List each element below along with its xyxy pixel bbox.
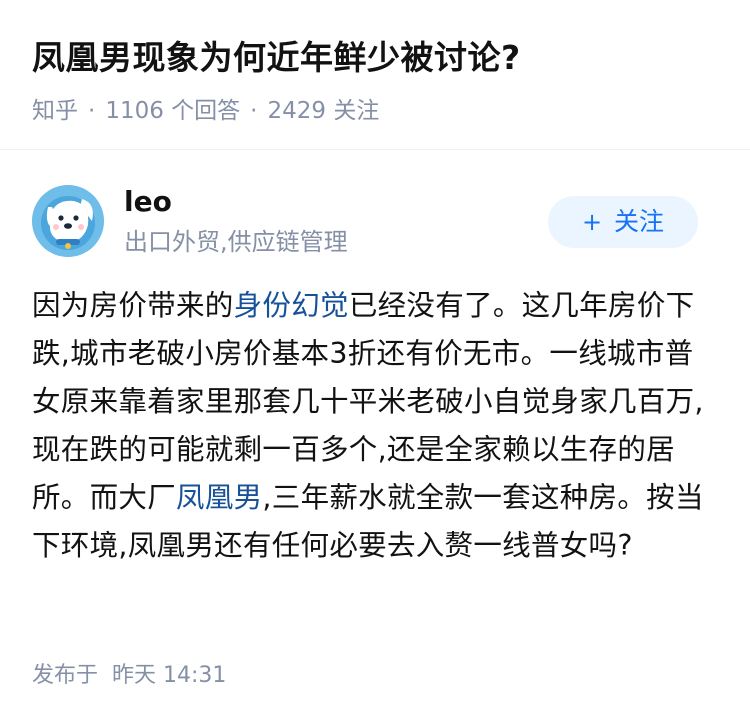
author-row: leo 出口外贸,供应链管理 + 关注: [0, 150, 750, 270]
separator-dot: ·: [250, 98, 258, 124]
answer-count[interactable]: 1106 个回答: [105, 98, 240, 124]
question-header: 凤凰男现象为何近年鲜少被讨论? 知乎 · 1106 个回答 · 2429 关注: [0, 0, 750, 150]
publish-timestamp: 昨天 14:31: [112, 663, 227, 688]
answer-card: leo 出口外贸,供应链管理 + 关注 因为房价带来的身份幻觉已经没有了。这几年房…: [0, 150, 750, 570]
source-label[interactable]: 知乎: [32, 98, 78, 124]
question-title[interactable]: 凤凰男现象为何近年鲜少被讨论?: [32, 0, 718, 80]
answer-content: 因为房价带来的身份幻觉已经没有了。这几年房价下跌,城市老破小房价基本3折还有价无…: [0, 270, 750, 570]
answer-paragraph: 因为房价带来的身份幻觉已经没有了。这几年房价下跌,城市老破小房价基本3折还有价无…: [32, 282, 718, 570]
follow-button[interactable]: + 关注: [548, 196, 698, 248]
avatar[interactable]: [32, 185, 104, 257]
author-headline: 出口外贸,供应链管理: [124, 228, 348, 256]
follower-count[interactable]: 2429 关注: [267, 98, 379, 124]
answer-text: 因为房价带来的: [32, 289, 234, 322]
keyword-link-phoenix-man[interactable]: 凤凰男: [176, 481, 262, 514]
plus-icon: +: [581, 208, 603, 236]
cartoon-dog-avatar-icon: [32, 185, 104, 257]
publish-label: 发布于: [32, 663, 99, 688]
keyword-link-identity-illusion[interactable]: 身份幻觉: [234, 289, 349, 322]
separator-dot: ·: [88, 98, 96, 124]
author-name[interactable]: leo: [124, 184, 172, 220]
follow-button-label: 关注: [614, 207, 665, 236]
publish-time: 发布于 昨天 14:31: [32, 661, 226, 691]
question-meta: 知乎 · 1106 个回答 · 2429 关注: [32, 96, 718, 126]
